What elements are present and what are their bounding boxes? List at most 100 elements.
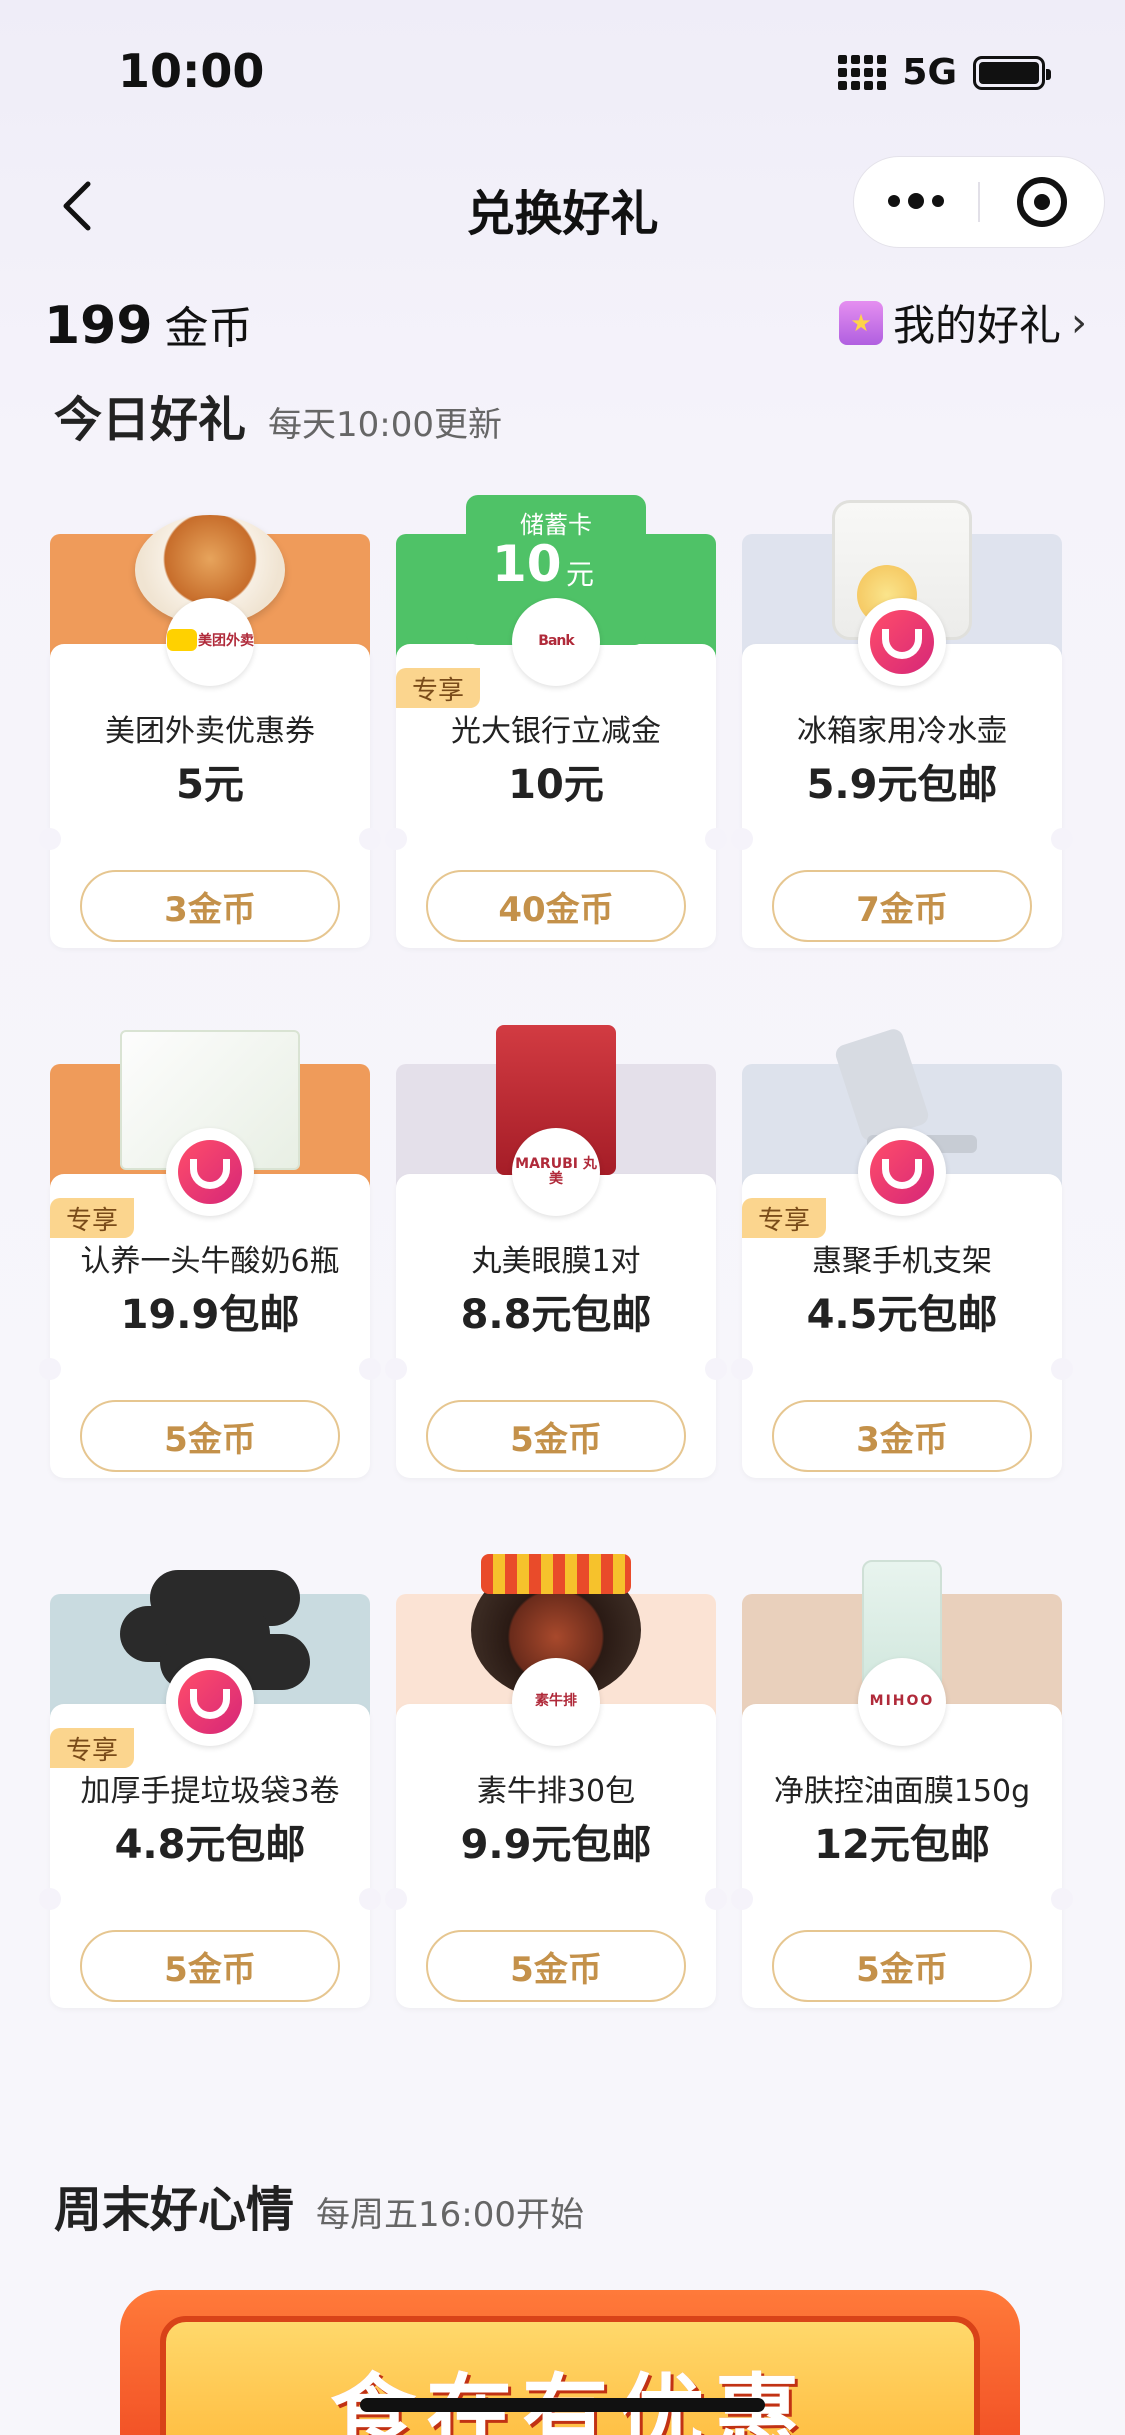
card-notch [705, 828, 727, 850]
gift-price: 9.9元包邮 [460, 1822, 652, 1868]
gift-grid: 美团外卖 美团外卖优惠券 5元 3金币 储蓄卡 10 元 Bank 专享 光大银行立减金 10元 40… [39, 490, 1080, 2008]
weekend-section-heading: 周末好心情 每周五16:00开始 [54, 2170, 584, 2240]
gift-card[interactable]: MARUBI 丸美 丸美眼膜1对 8.8元包邮 5金币 [385, 1020, 727, 1478]
card-notch [731, 1888, 753, 1910]
section-title: 周末好心情 [54, 2182, 295, 2238]
gift-card[interactable]: 素牛排素牛排30包 9.9元包邮 5金币 [385, 1550, 727, 2008]
gift-name: 净肤控油面膜150g [773, 1774, 1031, 1809]
redeem-button[interactable]: 3金币 [772, 1400, 1032, 1472]
card-notch [705, 1358, 727, 1380]
exclusive-tag: 专享 [742, 1198, 826, 1238]
section-title: 今日好礼 [54, 392, 247, 448]
close-miniapp-button[interactable] [980, 177, 1104, 227]
redeem-button[interactable]: 5金币 [80, 1930, 340, 2002]
network-label: 5G [902, 52, 957, 93]
smile-brand-icon [858, 1128, 946, 1216]
home-indicator[interactable] [360, 2398, 765, 2412]
today-section-heading: 今日好礼 每天10:00更新 [54, 380, 502, 450]
target-icon [1017, 177, 1067, 227]
smile-brand-icon [166, 1658, 254, 1746]
coin-unit: 金币 [164, 303, 253, 354]
redeem-button[interactable]: 7金币 [772, 870, 1032, 942]
gift-price: 5.9元包邮 [806, 762, 998, 808]
banner-sign: 食在有优惠 [160, 2316, 980, 2435]
card-notch [705, 1888, 727, 1910]
gift-price: 10元 [508, 762, 604, 808]
card-notch [1051, 1888, 1073, 1910]
gift-price: 4.8元包邮 [114, 1822, 306, 1868]
card-notch [1051, 1358, 1073, 1380]
redeem-button[interactable]: 40金币 [426, 870, 686, 942]
card-notch [1051, 828, 1073, 850]
card-notch [385, 828, 407, 850]
gift-price: 4.5元包邮 [806, 1292, 998, 1338]
smile-brand-icon [858, 598, 946, 686]
status-bar: 10:00 5G [0, 0, 1125, 150]
card-notch [39, 1888, 61, 1910]
miniapp-capsule [853, 156, 1105, 248]
gift-name: 认养一头牛酸奶6瓶 [80, 1244, 340, 1279]
card-notch [731, 828, 753, 850]
gift-card[interactable]: 专享惠聚手机支架 4.5元包邮 3金币 [731, 1020, 1073, 1478]
signal-icon [838, 55, 887, 90]
gift-name: 冰箱家用冷水壶 [797, 714, 1007, 749]
nav-bar: 兑换好礼 [0, 150, 1125, 260]
more-options-button[interactable] [854, 193, 978, 209]
redeem-button[interactable]: 5金币 [426, 1930, 686, 2002]
gift-price: 12元包邮 [814, 1822, 990, 1868]
card-notch [731, 1358, 753, 1380]
status-time: 10:00 [118, 44, 265, 98]
marubi-logo: MARUBI 丸美 [512, 1128, 600, 1216]
exclusive-tag: 专享 [396, 668, 480, 708]
coin-balance: 199 金币 [44, 292, 253, 356]
chevron-right-icon: › [1071, 299, 1087, 346]
my-gifts-link[interactable]: ★ 我的好礼 › [838, 292, 1087, 353]
bank-logo: Bank [512, 598, 600, 686]
gift-name: 光大银行立减金 [451, 714, 661, 749]
gift-name: 丸美眼膜1对 [471, 1244, 641, 1279]
exclusive-tag: 专享 [50, 1728, 134, 1768]
dot-icon [908, 193, 924, 209]
logo-text: 美团外卖 [198, 633, 254, 650]
gift-card[interactable]: 冰箱家用冷水壶 5.9元包邮 7金币 [731, 490, 1073, 948]
meituan-logo: 美团外卖 [166, 598, 254, 686]
redeem-button[interactable]: 5金币 [80, 1400, 340, 1472]
card-notch [359, 828, 381, 850]
dot-icon [932, 195, 944, 207]
redeem-button[interactable]: 5金币 [772, 1930, 1032, 2002]
exclusive-tag: 专享 [50, 1198, 134, 1238]
ticket-amount: 10 [492, 535, 562, 593]
card-notch [359, 1358, 381, 1380]
gift-name: 美团外卖优惠券 [105, 714, 315, 749]
banner-text: 食在有优惠 [330, 2365, 810, 2435]
card-notch [359, 1888, 381, 1910]
ticket-unit: 元 [566, 558, 595, 591]
section-subtitle: 每周五16:00开始 [316, 2195, 584, 2235]
redeem-button[interactable]: 5金币 [426, 1400, 686, 1472]
gift-card[interactable]: 专享加厚手提垃圾袋3卷 4.8元包邮 5金币 [39, 1550, 381, 2008]
gift-price: 5元 [176, 762, 244, 808]
gift-name: 惠聚手机支架 [812, 1244, 992, 1279]
calendar-star-icon: ★ [838, 300, 883, 345]
exchange-gift-page: 10:00 5G 兑换好礼 199 金币 ★ 我的好礼 › 今日好礼 每天10:… [0, 0, 1125, 2435]
card-notch [385, 1888, 407, 1910]
coin-amount: 199 [44, 296, 153, 356]
gift-card[interactable]: 专享认养一头牛酸奶6瓶 19.9包邮 5金币 [39, 1020, 381, 1478]
brand-logo: 素牛排 [512, 1658, 600, 1746]
gift-card[interactable]: 储蓄卡 10 元 Bank 专享 光大银行立减金 10元 40金币 [385, 490, 727, 948]
card-notch [39, 1358, 61, 1380]
gift-price: 19.9包邮 [120, 1292, 300, 1338]
mihoo-logo: MIHOO [858, 1658, 946, 1746]
gift-name: 素牛排30包 [476, 1774, 636, 1809]
weekend-banner[interactable]: 食在有优惠 [120, 2290, 1020, 2435]
gift-card[interactable]: MIHOO 净肤控油面膜150g 12元包邮 5金币 [731, 1550, 1073, 2008]
redeem-button[interactable]: 3金币 [80, 870, 340, 942]
smile-brand-icon [166, 1128, 254, 1216]
gift-name: 加厚手提垃圾袋3卷 [80, 1774, 340, 1809]
card-notch [39, 828, 61, 850]
my-gifts-label: 我的好礼 [892, 301, 1061, 350]
gift-card[interactable]: 美团外卖美团外卖优惠券 5元 3金币 [39, 490, 381, 948]
dot-icon [888, 195, 900, 207]
status-indicators: 5G [838, 52, 1051, 93]
card-notch [385, 1358, 407, 1380]
